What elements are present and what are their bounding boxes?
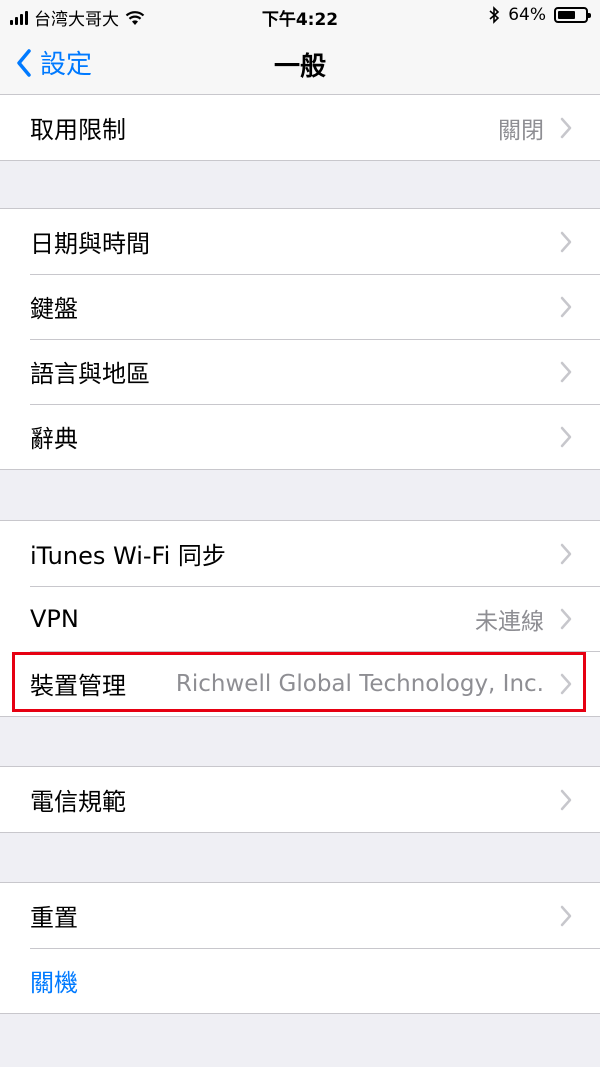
row-regulatory[interactable]: 電信規範 — [0, 767, 600, 832]
bluetooth-icon — [489, 6, 500, 24]
shutdown-button[interactable]: 關機 — [0, 948, 600, 1013]
chevron-right-icon — [560, 426, 572, 448]
row-vpn[interactable]: VPN 未連線 — [0, 586, 600, 651]
row-restrictions[interactable]: 取用限制 關閉 — [0, 95, 600, 160]
row-itunes-wifi-sync[interactable]: iTunes Wi-Fi 同步 — [0, 521, 600, 586]
row-label: 取用限制 — [30, 116, 126, 144]
status-right: 64% — [488, 5, 591, 25]
row-label: 日期與時間 — [30, 230, 150, 258]
row-keyboard[interactable]: 鍵盤 — [0, 274, 600, 339]
row-label: VPN — [30, 604, 79, 633]
chevron-right-icon — [560, 117, 572, 139]
row-label: 關機 — [30, 969, 78, 997]
chevron-right-icon — [560, 608, 572, 630]
group-restrictions: 取用限制 關閉 — [0, 94, 600, 161]
row-label: iTunes Wi-Fi 同步 — [30, 542, 226, 570]
row-label: 辭典 — [30, 425, 78, 453]
row-label: 重置 — [30, 904, 78, 932]
row-label: 鍵盤 — [30, 295, 78, 323]
chevron-right-icon — [560, 905, 572, 927]
highlight-box — [12, 652, 586, 712]
row-value: 未連線 — [475, 608, 544, 635]
group-reset-shutdown: 重置 關機 — [0, 882, 600, 1014]
row-value: 關閉 — [498, 117, 544, 144]
group-locale: 日期與時間 鍵盤 語言與地區 辭典 — [0, 208, 600, 470]
navigation-bar: 設定 一般 — [0, 32, 600, 95]
row-date-time[interactable]: 日期與時間 — [0, 209, 600, 274]
battery-fill — [558, 11, 575, 19]
page-title: 一般 — [273, 52, 326, 82]
row-reset[interactable]: 重置 — [0, 883, 600, 948]
chevron-right-icon — [560, 296, 572, 318]
chevron-right-icon — [560, 361, 572, 383]
row-label: 電信規範 — [30, 788, 126, 816]
battery-percent: 64% — [508, 5, 546, 25]
chevron-right-icon — [560, 789, 572, 811]
status-bar: 台湾大哥大 下午4:22 64% — [0, 0, 600, 32]
battery-icon — [554, 7, 591, 23]
row-dictionary[interactable]: 辭典 — [0, 404, 600, 469]
row-language-region[interactable]: 語言與地區 — [0, 339, 600, 404]
chevron-right-icon — [560, 231, 572, 253]
row-label: 語言與地區 — [30, 360, 150, 388]
chevron-right-icon — [560, 543, 572, 565]
group-regulatory: 電信規範 — [0, 766, 600, 833]
